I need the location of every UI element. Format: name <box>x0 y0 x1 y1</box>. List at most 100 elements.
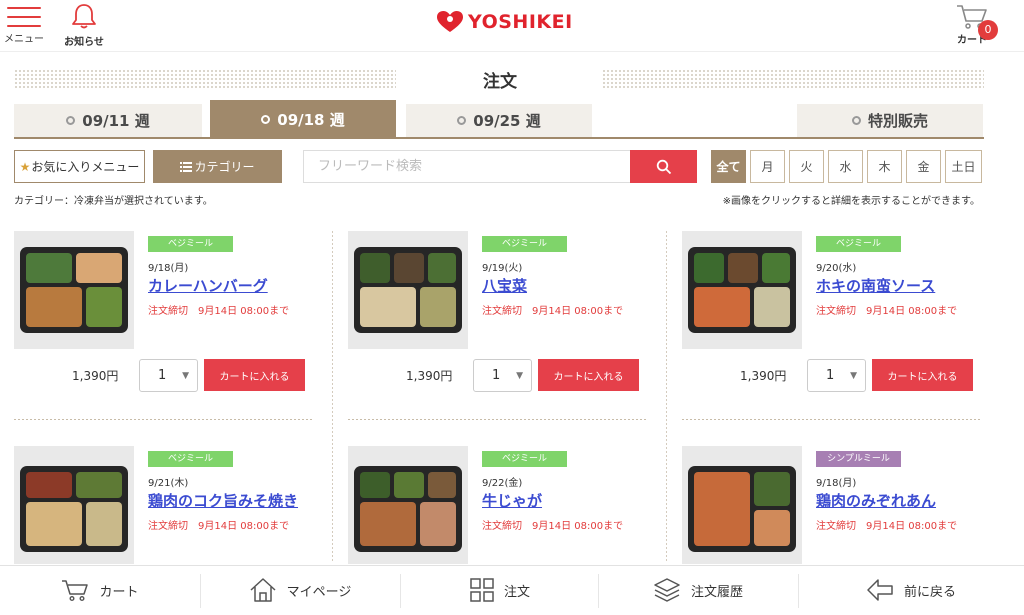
nav-mypage[interactable]: マイページ <box>200 566 400 614</box>
product-image[interactable] <box>682 231 802 349</box>
app-header: メニュー お知らせ YOSHIKEI カート 0 <box>0 0 1024 52</box>
delivery-date: 9/20(水) <box>816 263 857 274</box>
product-image[interactable] <box>14 231 134 349</box>
heart-logo-icon <box>437 11 463 32</box>
category-button[interactable]: カテゴリー <box>153 150 282 183</box>
search-input[interactable] <box>303 150 630 183</box>
delivery-date: 9/18(月) <box>148 263 189 274</box>
day-filter-wed[interactable]: 水 <box>828 150 863 183</box>
add-to-cart-button[interactable]: カートに入れる <box>538 359 639 391</box>
product-name-link[interactable]: ホキの南蛮ソース <box>816 275 935 296</box>
quantity-value: 1 <box>158 368 167 383</box>
bento-tray <box>688 466 796 552</box>
nav-label: カート <box>99 584 139 600</box>
order-deadline: 注文締切 9月14日 08:00まで <box>482 306 624 317</box>
product-card: ベジミール 9/18(月) カレーハンバーグ 注文締切 9月14日 08:00ま… <box>14 231 334 401</box>
product-image[interactable] <box>682 446 802 564</box>
order-deadline: 注文締切 9月14日 08:00まで <box>816 521 958 532</box>
day-filter-thu[interactable]: 木 <box>867 150 902 183</box>
chevron-down-icon: ▼ <box>516 370 523 381</box>
nav-cart[interactable]: カート <box>0 566 200 614</box>
yoshikei-logo[interactable]: YOSHIKEI <box>436 9 573 35</box>
bento-tray <box>20 247 128 333</box>
nav-label: 注文履歴 <box>690 584 743 600</box>
category-label: カテゴリー <box>194 160 255 174</box>
add-to-cart-button[interactable]: カートに入れる <box>204 359 305 391</box>
favorites-menu-button[interactable]: ★ お気に入りメニュー <box>14 150 145 183</box>
meal-type-tag: シンプルミール <box>816 451 901 467</box>
product-card: ベジミール 9/22(金) 牛じゃが 注文締切 9月14日 08:00まで <box>348 446 668 564</box>
tab-label: 09/11 週 <box>82 112 150 130</box>
meal-type-tag: ベジミール <box>482 236 567 252</box>
layers-icon <box>654 578 680 602</box>
quantity-select[interactable]: 1 ▼ <box>473 359 532 392</box>
bento-tray <box>354 466 462 552</box>
star-icon: ★ <box>19 159 31 174</box>
tab-week-0911[interactable]: 09/11 週 <box>14 104 202 137</box>
order-deadline: 注文締切 9月14日 08:00まで <box>816 306 958 317</box>
nav-order[interactable]: 注文 <box>400 566 600 614</box>
day-filter-fri[interactable]: 金 <box>906 150 941 183</box>
product-card: シンプルミール 9/18(月) 鶏肉のみぞれあん 注文締切 9月14日 08:0… <box>682 446 1002 564</box>
tab-label: 特別販売 <box>867 112 928 130</box>
tab-special-sale[interactable]: 特別販売 <box>797 104 983 137</box>
product-image[interactable] <box>348 231 468 349</box>
meal-type-tag: ベジミール <box>148 451 233 467</box>
home-icon <box>250 578 276 602</box>
product-name-link[interactable]: 八宝菜 <box>482 275 527 296</box>
tab-underline <box>14 137 984 139</box>
product-name-link[interactable]: 鶏肉のみぞれあん <box>816 490 936 511</box>
nav-label: 注文 <box>503 584 530 600</box>
chevron-down-icon: ▼ <box>850 370 857 381</box>
product-card: ベジミール 9/19(火) 八宝菜 注文締切 9月14日 08:00まで 1,3… <box>348 231 668 401</box>
grid-icon <box>470 578 494 602</box>
product-price: 1,390円 <box>406 369 453 383</box>
nav-order-history[interactable]: 注文履歴 <box>598 566 798 614</box>
chevron-down-icon: ▼ <box>182 370 189 381</box>
day-filter-mon[interactable]: 月 <box>750 150 785 183</box>
bento-tray <box>20 466 128 552</box>
nav-label: 前に戻る <box>903 584 956 600</box>
nav-back[interactable]: 前に戻る <box>798 566 1024 614</box>
day-filter-tue[interactable]: 火 <box>789 150 824 183</box>
day-filter-weekend[interactable]: 土日 <box>945 150 982 183</box>
product-image[interactable] <box>14 446 134 564</box>
quantity-select[interactable]: 1 ▼ <box>139 359 198 392</box>
day-filter-all[interactable]: 全て <box>711 150 746 183</box>
add-to-cart-button[interactable]: カートに入れる <box>872 359 973 391</box>
search-button[interactable] <box>630 150 697 183</box>
product-name-link[interactable]: 牛じゃが <box>482 490 542 511</box>
product-name-link[interactable]: カレーハンバーグ <box>148 275 268 296</box>
bento-tray <box>354 247 462 333</box>
favorites-label: お気に入りメニュー <box>31 160 140 174</box>
notice-button[interactable]: お知らせ <box>58 0 110 48</box>
product-price: 1,390円 <box>72 369 119 383</box>
bento-tray <box>688 247 796 333</box>
product-card: ベジミール 9/21(木) 鶏肉のコク旨みそ焼き 注文締切 9月14日 08:0… <box>14 446 334 564</box>
product-card: ベジミール 9/20(水) ホキの南蛮ソース 注文締切 9月14日 08:00ま… <box>682 231 1002 401</box>
tab-week-0918[interactable]: 09/18 週 <box>210 100 396 138</box>
meal-type-tag: ベジミール <box>482 451 567 467</box>
order-deadline: 注文締切 9月14日 08:00まで <box>148 306 290 317</box>
category-status-text: カテゴリー：冷凍弁当が選択されています。 <box>14 196 213 207</box>
bell-icon <box>72 4 96 29</box>
tab-label: 09/25 週 <box>473 112 541 130</box>
tab-week-0925[interactable]: 09/25 週 <box>406 104 592 137</box>
delivery-date: 9/22(金) <box>482 478 523 489</box>
row-divider <box>682 419 982 420</box>
hamburger-icon <box>7 7 41 27</box>
quantity-select[interactable]: 1 ▼ <box>807 359 866 392</box>
quantity-value: 1 <box>826 368 835 383</box>
page-title: 注文 <box>483 72 517 92</box>
list-icon <box>180 162 193 172</box>
cart-icon <box>62 580 89 602</box>
product-name-link[interactable]: 鶏肉のコク旨みそ焼き <box>148 490 298 511</box>
radio-dot-icon <box>457 116 467 125</box>
menu-label: メニュー <box>4 34 44 45</box>
product-image[interactable] <box>348 446 468 564</box>
menu-button[interactable]: メニュー <box>0 0 48 45</box>
title-pattern-left <box>14 69 396 89</box>
delivery-date: 9/19(火) <box>482 263 523 274</box>
meal-type-tag: ベジミール <box>816 236 901 252</box>
delivery-date: 9/21(木) <box>148 478 189 489</box>
